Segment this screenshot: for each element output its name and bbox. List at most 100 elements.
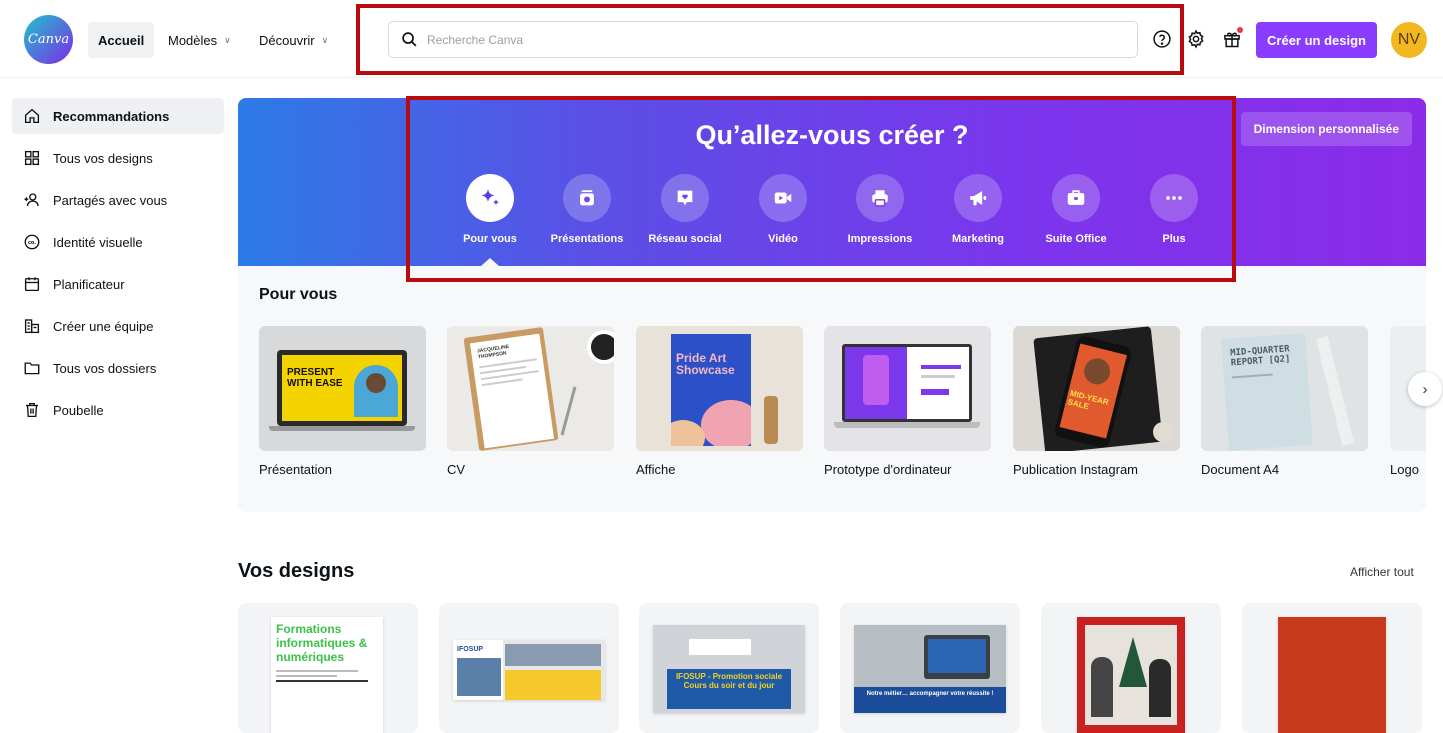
canva-logo[interactable]: Canva <box>24 15 73 64</box>
category-label: Vidéo <box>768 233 798 245</box>
sidebar-item-create-team[interactable]: Créer une équipe <box>12 308 224 344</box>
brand-icon: co. <box>24 234 40 250</box>
category-icon-circle <box>1052 174 1100 222</box>
sidebar-item-label: Tous vos dossiers <box>53 360 157 376</box>
category-label: Pour vous <box>463 233 517 245</box>
template-card-label: CV <box>447 462 466 477</box>
sidebar-item-folders[interactable]: Tous vos dossiers <box>12 350 224 386</box>
design-card[interactable]: Notre métier… accompagner votre réussite… <box>840 603 1020 733</box>
template-card-label: Affiche <box>636 462 676 477</box>
nav-templates-label: Modèles <box>168 32 218 48</box>
design-card[interactable]: IFOSUP - Promotion sociale Cours du soir… <box>639 603 819 733</box>
category-icon-circle <box>661 174 709 222</box>
create-design-button[interactable]: Créer un design <box>1256 22 1377 58</box>
template-card-presentation[interactable]: PRESENT WITH EASE Présentation <box>259 326 426 477</box>
custom-size-button[interactable]: Dimension personnalisée <box>1240 112 1412 146</box>
template-thumbnail <box>824 326 991 451</box>
trash-icon <box>26 402 38 418</box>
chevron-down-icon: ∨ <box>224 34 231 45</box>
nav-discover-label: Découvrir <box>259 32 315 48</box>
design-card[interactable] <box>1242 603 1422 733</box>
category-label: Réseau social <box>648 233 722 245</box>
nav-discover[interactable]: Découvrir ∨ <box>249 22 338 58</box>
template-card-a4-document[interactable]: MID-QUARTER REPORT [Q2] Document A4 <box>1201 326 1368 477</box>
category-video[interactable]: Vidéo <box>734 174 832 245</box>
settings-button[interactable] <box>1184 27 1208 51</box>
sidebar-item-planner[interactable]: Planificateur <box>12 266 224 302</box>
design-thumbnail: Notre métier… accompagner votre réussite… <box>854 625 1006 713</box>
home-icon <box>24 108 40 124</box>
category-marketing[interactable]: Marketing <box>929 174 1027 245</box>
briefcase-icon <box>1067 190 1085 205</box>
template-card-cv[interactable]: JACQUELINE THOMPSON CV <box>447 326 614 477</box>
design-thumb-text: IFOSUP - Promotion sociale Cours du soir… <box>675 672 783 690</box>
category-presentations[interactable]: Présentations <box>538 174 636 245</box>
search-input[interactable] <box>427 32 1137 47</box>
thumb-text: JACQUELINE THOMPSON <box>476 344 510 361</box>
nav-home[interactable]: Accueil <box>88 22 155 58</box>
chevron-right-icon: › <box>1422 380 1428 398</box>
settings-icon <box>1188 29 1204 49</box>
design-thumbnail: IFOSUP - Promotion sociale Cours du soir… <box>653 625 805 713</box>
category-social-media[interactable]: Réseau social <box>636 174 734 245</box>
search-bar[interactable] <box>388 21 1138 58</box>
category-label: Présentations <box>550 233 624 245</box>
view-all-link[interactable]: Afficher tout <box>1350 565 1414 579</box>
svg-text:co.: co. <box>28 240 36 246</box>
active-category-pointer <box>481 258 499 266</box>
nav-home-label: Accueil <box>98 32 145 48</box>
sidebar-item-all-designs[interactable]: Tous vos designs <box>12 140 224 176</box>
sidebar-item-label: Poubelle <box>53 402 104 418</box>
sidebar-item-label: Partagés avec vous <box>53 192 168 208</box>
design-card[interactable]: Formations informatiques & numériques <box>238 603 418 733</box>
category-print[interactable]: Impressions <box>831 174 929 245</box>
category-more[interactable]: Plus <box>1125 174 1223 245</box>
design-thumbnail <box>1077 617 1185 733</box>
nav-templates[interactable]: Modèles ∨ <box>158 22 241 58</box>
template-card-desktop-mockup[interactable]: Prototype d'ordinateur <box>824 326 991 477</box>
design-thumb-text: Notre métier… accompagner votre réussite… <box>866 691 994 697</box>
section-title: Pour vous <box>259 286 338 303</box>
category-office-suite[interactable]: Suite Office <box>1027 174 1125 245</box>
avatar[interactable]: NV <box>1391 22 1427 58</box>
grid-icon <box>24 150 40 166</box>
for-you-section: Pour vous PRESENT WITH EASE Présentation… <box>238 266 1426 512</box>
sidebar-item-label: Créer une équipe <box>53 318 154 334</box>
create-hero-banner: Qu’allez-vous créer ? Dimension personna… <box>238 98 1426 266</box>
printer-icon <box>872 190 888 207</box>
template-card-label: Présentation <box>259 462 332 477</box>
template-thumbnail: MID-YEAR SALE <box>1013 326 1180 451</box>
sidebar-item-recommendations[interactable]: Recommandations <box>12 98 224 134</box>
category-icon-circle <box>856 174 904 222</box>
thumb-text: MID-QUARTER REPORT [Q2] <box>1229 344 1291 369</box>
video-icon <box>774 192 792 204</box>
sidebar: Recommandations Tous vos designs Partagé… <box>12 98 224 434</box>
folder-icon <box>24 362 40 375</box>
design-card[interactable]: IFOSUP <box>439 603 619 733</box>
category-label: Marketing <box>952 233 1004 245</box>
sidebar-item-brand[interactable]: co. Identité visuelle <box>12 224 224 260</box>
category-for-you[interactable]: Pour vous <box>441 174 539 245</box>
sparkle-icon <box>481 189 500 206</box>
template-thumbnail: JACQUELINE THOMPSON <box>447 326 614 451</box>
sidebar-item-trash[interactable]: Poubelle <box>12 392 224 428</box>
template-thumbnail: PRESENT WITH EASE <box>259 326 426 451</box>
chevron-down-icon: ∨ <box>321 34 329 45</box>
template-card-instagram-post[interactable]: MID-YEAR SALE Publication Instagram <box>1013 326 1180 477</box>
design-thumb-text: IFOSUP <box>457 646 484 653</box>
category-label: Impressions <box>847 233 913 245</box>
category-icon-circle <box>759 174 807 222</box>
sidebar-item-shared[interactable]: Partagés avec vous <box>12 182 224 218</box>
whats-new-button[interactable] <box>1220 27 1244 51</box>
search-icon <box>402 32 417 47</box>
megaphone-icon <box>970 191 987 206</box>
carousel-next-button[interactable]: › <box>1408 372 1442 406</box>
heart-chat-icon <box>677 190 693 206</box>
calendar-icon <box>24 277 40 292</box>
design-card[interactable] <box>1041 603 1221 733</box>
category-label: Plus <box>1162 233 1186 245</box>
template-card-poster[interactable]: Pride Art Showcase Affiche <box>636 326 803 477</box>
template-card-label: Document A4 <box>1201 462 1280 477</box>
help-button[interactable] <box>1150 27 1174 51</box>
your-designs-title: Vos designs <box>238 560 355 582</box>
